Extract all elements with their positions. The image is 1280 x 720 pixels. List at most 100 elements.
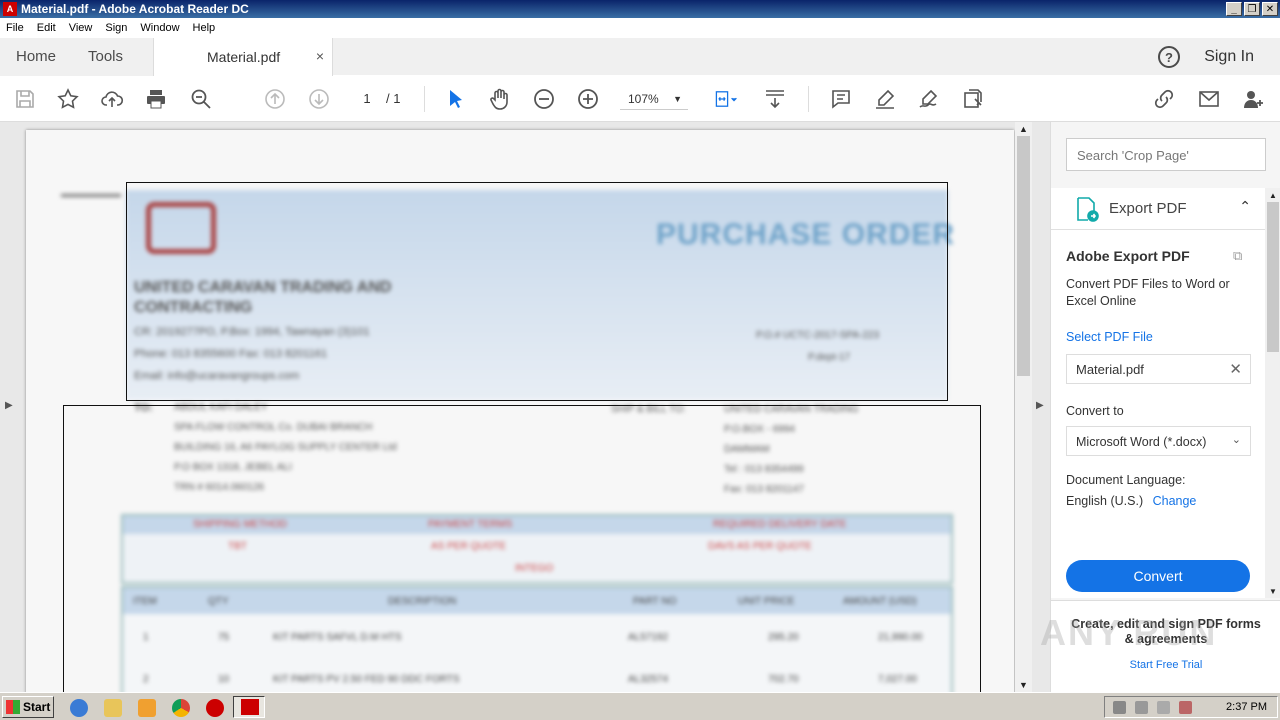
menu-help[interactable]: Help bbox=[193, 22, 216, 34]
minimize-button[interactable]: _ bbox=[1226, 2, 1242, 16]
taskbar: Start 2:37 PM bbox=[0, 692, 1280, 720]
close-window-button[interactable]: ✕ bbox=[1262, 2, 1278, 16]
select-cursor-icon[interactable] bbox=[443, 86, 469, 112]
tools-pane: Search 'Crop Page' Export PDF ⌃ Adobe Ex… bbox=[1050, 122, 1280, 692]
convert-to-label: Convert to bbox=[1066, 404, 1124, 418]
anyrun-watermark: ANY RUN bbox=[1040, 612, 1218, 653]
speaker-icon[interactable] bbox=[1135, 701, 1148, 714]
add-user-icon[interactable] bbox=[1240, 86, 1266, 112]
tools-search-input[interactable]: Search 'Crop Page' bbox=[1066, 138, 1266, 171]
hand-tool-icon[interactable] bbox=[487, 86, 513, 112]
selected-file-name: Material.pdf bbox=[1076, 362, 1144, 377]
more-tools-icon[interactable] bbox=[960, 86, 986, 112]
save-icon[interactable] bbox=[12, 86, 38, 112]
document-scrollbar[interactable]: ▲ ▼ bbox=[1015, 122, 1032, 692]
format-value: Microsoft Word (*.docx) bbox=[1076, 435, 1207, 449]
pdf-page[interactable]: PURCHASE ORDER UNITED CARAVAN TRADING AN… bbox=[26, 130, 1014, 700]
close-tab-icon[interactable]: × bbox=[316, 48, 324, 64]
tray-arrow-icon[interactable] bbox=[1113, 701, 1126, 714]
page-number-input[interactable]: 1 bbox=[352, 88, 382, 110]
export-description: Convert PDF Files to Word or Excel Onlin… bbox=[1066, 277, 1230, 308]
security-icon[interactable] bbox=[1179, 701, 1192, 714]
left-panel-expand-icon[interactable]: ▶ bbox=[5, 400, 13, 411]
email-icon[interactable] bbox=[1196, 86, 1222, 112]
system-tray: 2:37 PM bbox=[1104, 696, 1278, 718]
media-player-icon[interactable] bbox=[138, 699, 156, 717]
scroll-down-icon[interactable]: ▼ bbox=[1015, 678, 1032, 692]
title-bar: A Material.pdf - Adobe Acrobat Reader DC… bbox=[0, 0, 1280, 18]
menu-sign[interactable]: Sign bbox=[105, 22, 127, 34]
start-free-trial-link[interactable]: Start Free Trial bbox=[1071, 659, 1261, 671]
zoom-search-icon[interactable] bbox=[188, 86, 214, 112]
windows-flag-icon bbox=[6, 700, 20, 714]
change-language-link[interactable]: Change bbox=[1153, 494, 1197, 508]
menu-window[interactable]: Window bbox=[140, 22, 179, 34]
scroll-up-icon[interactable]: ▲ bbox=[1015, 122, 1032, 136]
right-panel-collapse-icon[interactable]: ▶ bbox=[1036, 400, 1044, 411]
start-label: Start bbox=[23, 700, 51, 714]
network-icon[interactable] bbox=[1157, 701, 1170, 714]
previous-page-icon[interactable] bbox=[262, 86, 288, 112]
selection-box-body bbox=[63, 405, 981, 700]
share-link-icon[interactable] bbox=[1151, 86, 1177, 112]
sign-in-button[interactable]: Sign In bbox=[1204, 48, 1254, 66]
menu-file[interactable]: File bbox=[6, 22, 24, 34]
document-area[interactable]: ▶ PURCHASE ORDER UNITED CARAVAN TRADING … bbox=[0, 122, 1050, 700]
zoom-out-icon[interactable] bbox=[531, 86, 557, 112]
export-pdf-header[interactable]: Export PDF ⌃ bbox=[1051, 188, 1265, 230]
format-dropdown[interactable]: Microsoft Word (*.docx) ⌄ bbox=[1066, 426, 1251, 456]
scroll-mode-icon[interactable] bbox=[762, 86, 788, 112]
fill-sign-icon[interactable] bbox=[916, 86, 942, 112]
internet-explorer-icon[interactable] bbox=[70, 699, 88, 717]
zoom-level-value: 107% bbox=[628, 92, 659, 106]
toolbar: 1 / 1 107% ▼ bbox=[0, 76, 1280, 122]
scroll-up-icon[interactable]: ▲ bbox=[1265, 188, 1280, 202]
chrome-icon[interactable] bbox=[172, 699, 190, 717]
export-pdf-icon bbox=[1077, 197, 1099, 222]
copy-icon[interactable]: ⧉ bbox=[1233, 248, 1242, 264]
folder-icon[interactable] bbox=[104, 699, 122, 717]
menu-edit[interactable]: Edit bbox=[37, 22, 56, 34]
menu-view[interactable]: View bbox=[69, 22, 93, 34]
selected-file-field[interactable]: Material.pdf ✕ bbox=[1066, 354, 1251, 384]
tab-document-label: Material.pdf bbox=[207, 49, 281, 65]
tab-home[interactable]: Home bbox=[16, 48, 56, 65]
help-icon[interactable]: ? bbox=[1158, 46, 1180, 68]
select-pdf-file-link[interactable]: Select PDF File bbox=[1066, 330, 1153, 344]
zoom-level-select[interactable]: 107% ▼ bbox=[620, 88, 688, 110]
opera-icon[interactable] bbox=[206, 699, 224, 717]
start-button[interactable]: Start bbox=[2, 696, 54, 718]
convert-button[interactable]: Convert bbox=[1066, 560, 1250, 592]
tools-pane-scrollbar[interactable]: ▲ ▼ bbox=[1265, 188, 1280, 598]
chevron-up-icon[interactable]: ⌃ bbox=[1239, 198, 1251, 215]
acrobat-icon bbox=[241, 699, 259, 715]
comment-icon[interactable] bbox=[828, 86, 854, 112]
export-pdf-title: Adobe Export PDF bbox=[1066, 248, 1190, 264]
scroll-down-icon[interactable]: ▼ bbox=[1265, 584, 1280, 598]
next-page-icon[interactable] bbox=[306, 86, 332, 112]
export-pdf-panel: Adobe Export PDF ⧉ Convert PDF Files to … bbox=[1051, 230, 1265, 598]
zoom-in-icon[interactable] bbox=[575, 86, 601, 112]
acrobat-app-icon: A bbox=[3, 2, 17, 16]
bookmark-star-icon[interactable] bbox=[55, 86, 81, 112]
export-pdf-label: Export PDF bbox=[1109, 200, 1187, 217]
chevron-down-icon: ▼ bbox=[673, 94, 682, 104]
tab-document[interactable]: Material.pdf × bbox=[153, 38, 333, 76]
clear-file-icon[interactable]: ✕ bbox=[1229, 360, 1242, 378]
fit-page-icon[interactable] bbox=[708, 86, 744, 112]
selection-box-header bbox=[126, 182, 948, 401]
chevron-down-icon: ⌄ bbox=[1231, 434, 1241, 446]
highlight-pen-icon[interactable] bbox=[872, 86, 898, 112]
clock: 2:37 PM bbox=[1226, 701, 1267, 713]
menu-bar: File Edit View Sign Window Help bbox=[0, 18, 1280, 38]
restore-button[interactable]: ❐ bbox=[1244, 2, 1260, 16]
acrobat-task-button[interactable] bbox=[233, 696, 265, 718]
upload-cloud-icon[interactable] bbox=[99, 86, 125, 112]
print-icon[interactable] bbox=[143, 86, 169, 112]
page-total: / 1 bbox=[386, 91, 401, 106]
scrollbar-thumb[interactable] bbox=[1267, 202, 1279, 352]
window-title: Material.pdf - Adobe Acrobat Reader DC bbox=[21, 2, 249, 16]
tab-tools[interactable]: Tools bbox=[88, 48, 123, 65]
scrollbar-thumb[interactable] bbox=[1017, 136, 1030, 376]
language-value: English (U.S.) bbox=[1066, 494, 1144, 508]
